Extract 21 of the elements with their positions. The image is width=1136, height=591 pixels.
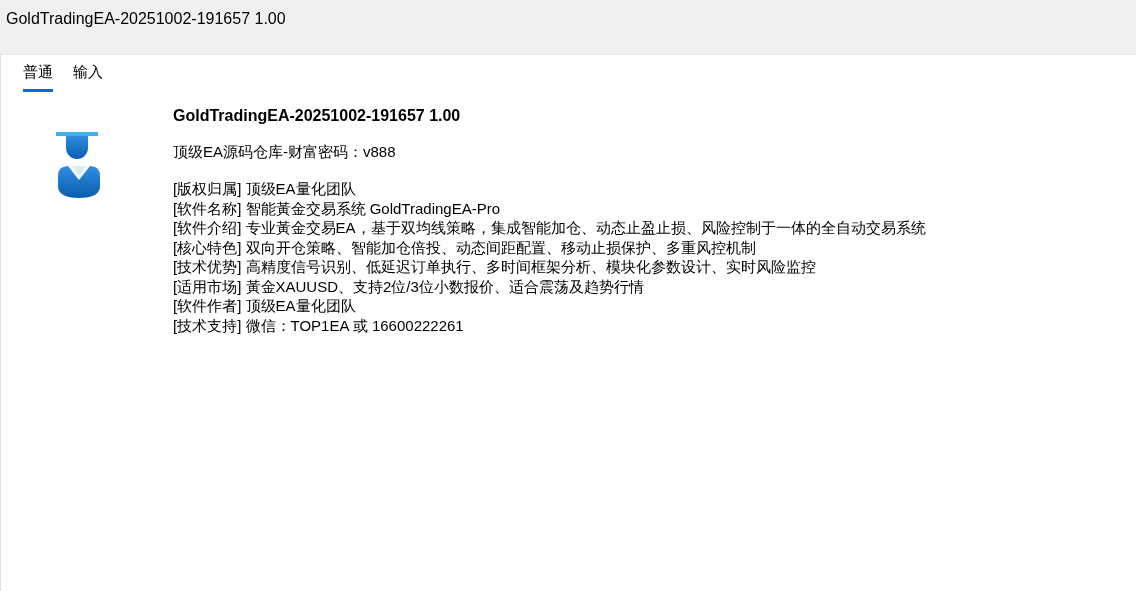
field-label: [技术支持] bbox=[173, 316, 242, 334]
field-label: [技术优势] bbox=[173, 258, 242, 275]
tab[interactable]: 输入 bbox=[73, 59, 103, 92]
tab[interactable]: 普通 bbox=[23, 59, 53, 92]
field-value: 双向开仓策略、智能加仓倍投、动态间距配置、移动止损保护、多重风控机制 bbox=[245, 238, 756, 256]
field-label: [软件名称] bbox=[173, 199, 242, 217]
field-value: 高精度信号识别、低延迟订单执行、多时间框架分析、模块化参数设计、实时风险监控 bbox=[245, 258, 816, 275]
expert-name: GoldTradingEA-20251002-191657 1.00 bbox=[173, 107, 462, 125]
field-value: 黃金XAUUSD、支持2位/3位小数报价、适合震荡及趋势行情 bbox=[245, 277, 644, 295]
window-title: GoldTradingEA-20251002-191657 1.00 bbox=[6, 10, 286, 28]
field-value: 顶级EA量化团队 bbox=[245, 180, 356, 197]
subtitle: 顶级EA源码仓库-财富密码：v888 bbox=[173, 143, 397, 162]
field-value: 微信：TOP1EA 或 16600222261 bbox=[245, 316, 464, 334]
field-label: [软件介绍] bbox=[173, 219, 242, 236]
field-value: 专业黃金交易EA，基于双均线策略，集成智能加仓、动态止盈止损、风险控制于一体的全自动交易系统 bbox=[245, 219, 926, 236]
field-value: 智能黃金交易系统 GoldTradingEA-Pro bbox=[245, 199, 501, 217]
field-label: [适用市场] bbox=[173, 277, 242, 295]
field-value: 顶级EA量化团队 bbox=[245, 297, 356, 314]
field-label: [版权归属] bbox=[173, 180, 242, 197]
field-label: [核心特色] bbox=[173, 238, 242, 256]
field-label: [软件作者] bbox=[173, 297, 242, 314]
